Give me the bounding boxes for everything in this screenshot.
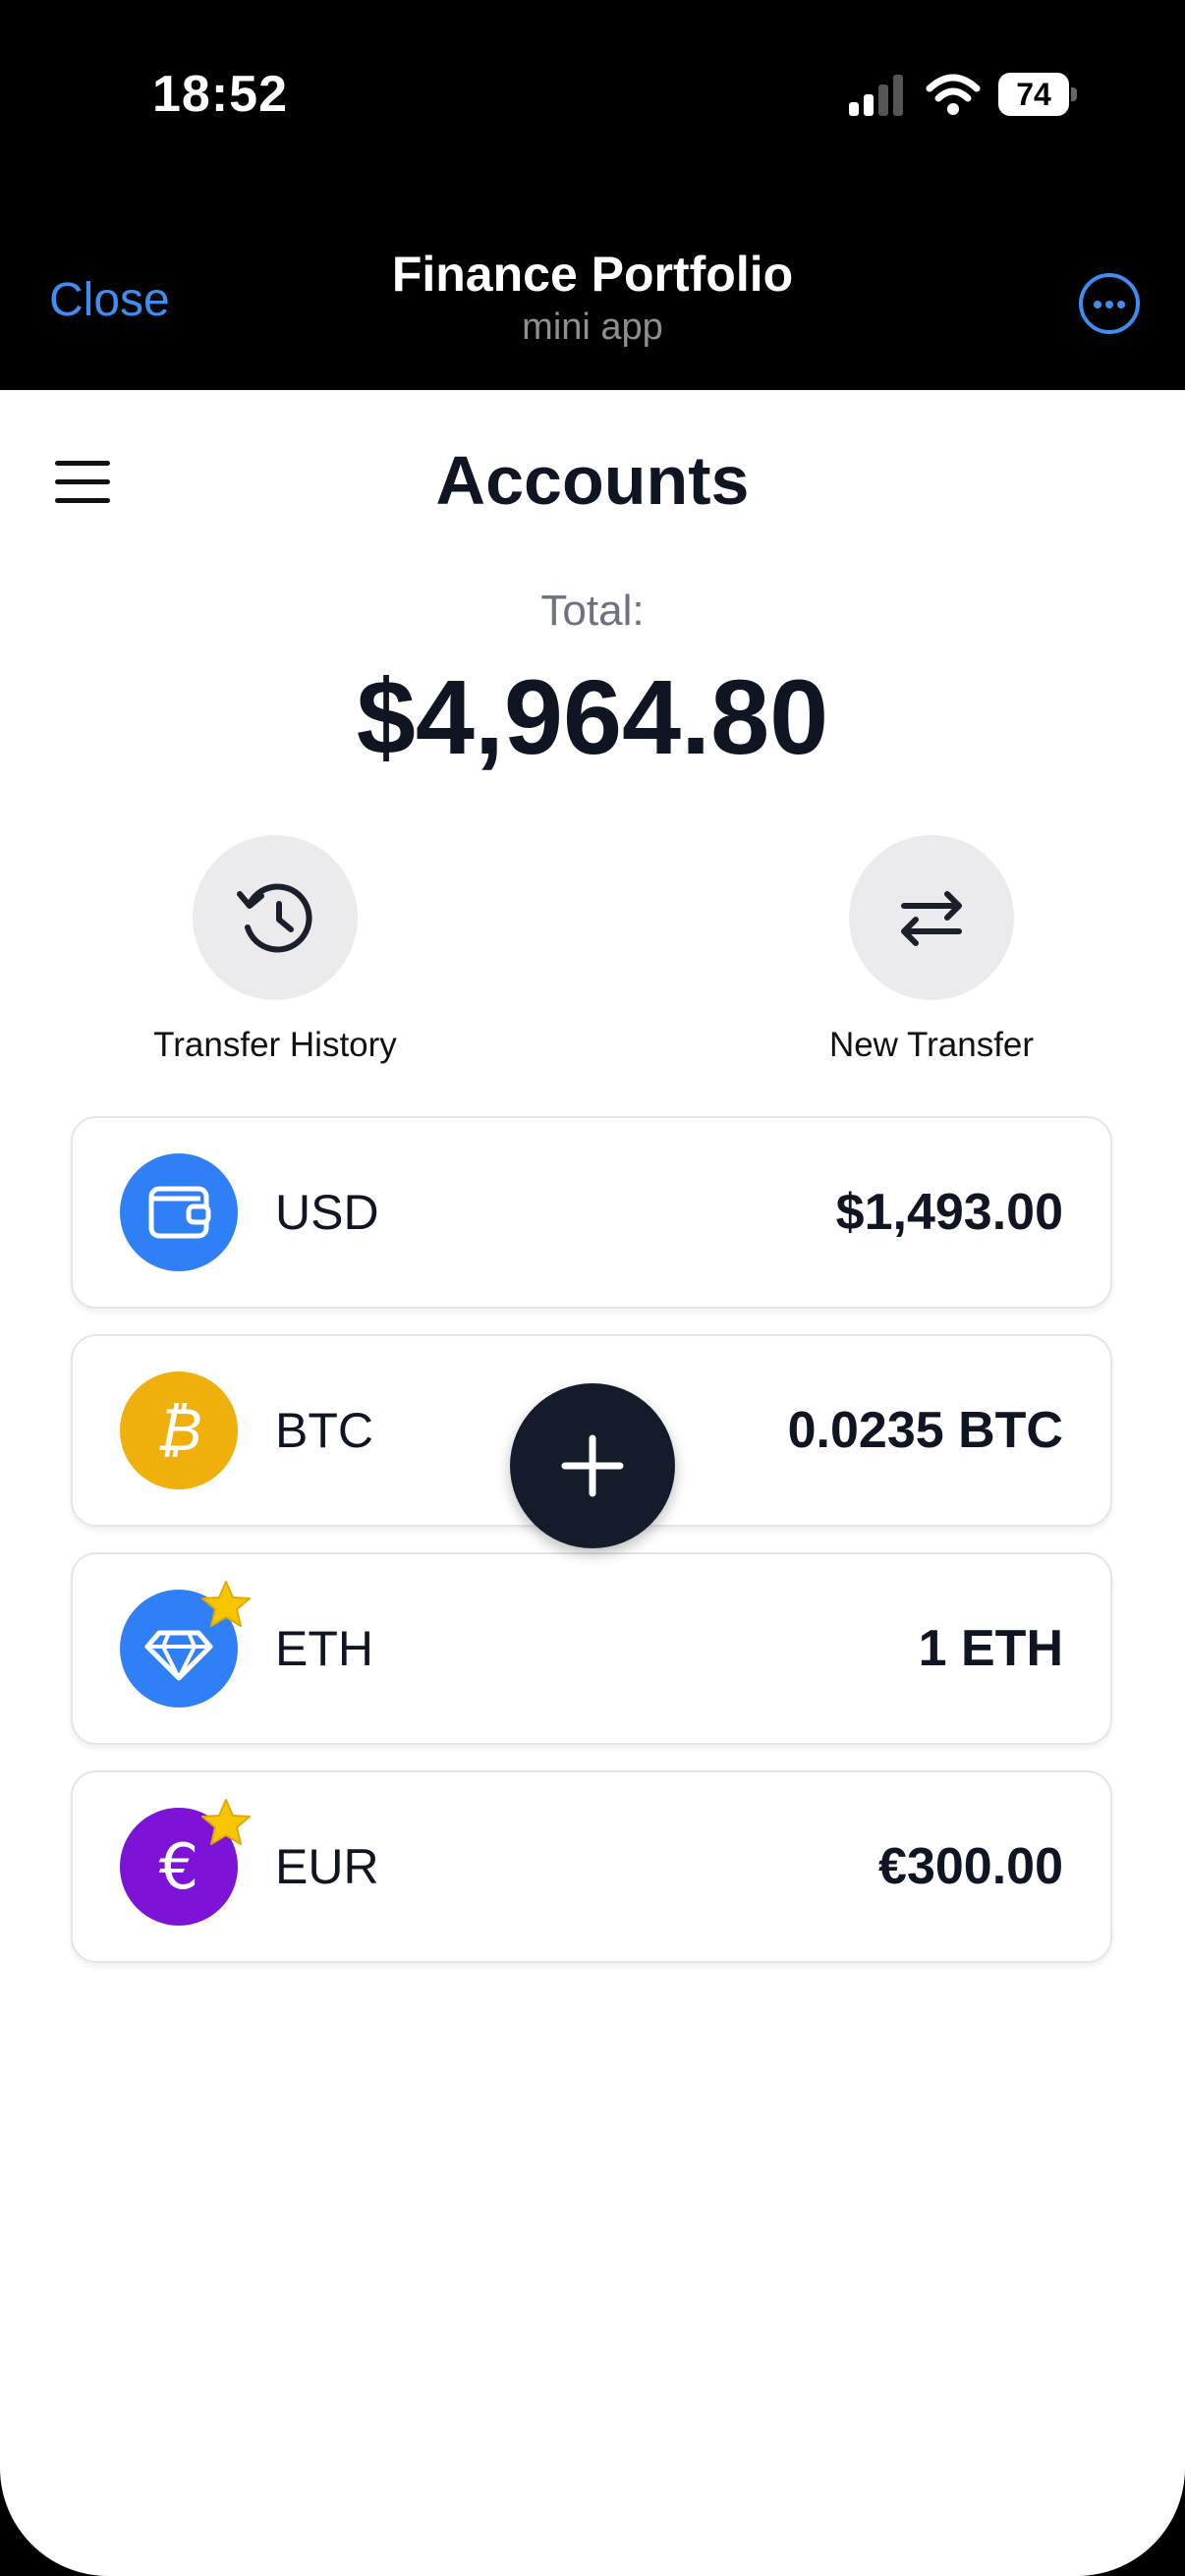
history-icon: [237, 883, 312, 953]
plus-icon: [561, 1434, 624, 1497]
app-content: Accounts Total: $4,964.80 Transfer Histo…: [0, 390, 1185, 2576]
status-time: 18:52: [152, 66, 288, 123]
add-account-button[interactable]: [510, 1383, 675, 1548]
account-card-usd[interactable]: USD $1,493.00: [71, 1116, 1112, 1309]
account-amount: 1 ETH: [918, 1620, 1063, 1677]
more-options-button[interactable]: [1079, 273, 1140, 334]
transfer-history-label: Transfer History: [153, 1026, 397, 1064]
favorite-star-icon: [201, 1799, 251, 1845]
account-currency: ETH: [275, 1621, 373, 1676]
account-card-eur[interactable]: € EUR €300.00: [71, 1770, 1112, 1963]
total-balance: $4,964.80: [356, 657, 829, 776]
wifi-icon: [926, 74, 981, 115]
battery-level: 74: [1016, 77, 1051, 112]
account-card-eth[interactable]: ETH 1 ETH: [71, 1552, 1112, 1745]
swap-arrows-icon: [901, 891, 962, 946]
app-title: Finance Portfolio: [391, 247, 794, 302]
account-currency: USD: [275, 1185, 379, 1240]
svg-text:€: €: [159, 1831, 199, 1904]
new-transfer-button[interactable]: [849, 835, 1014, 1000]
wallet-icon: [120, 1153, 238, 1271]
account-amount: $1,493.00: [835, 1184, 1063, 1241]
new-transfer-label: New Transfer: [828, 1026, 1035, 1064]
total-label: Total:: [540, 587, 645, 635]
new-transfer-action[interactable]: New Transfer: [784, 835, 1079, 1065]
account-amount: €300.00: [878, 1838, 1063, 1895]
account-currency: BTC: [275, 1403, 373, 1458]
status-bar: 18:52 74: [0, 0, 1185, 196]
account-currency: EUR: [275, 1839, 379, 1894]
favorite-star-icon: [201, 1581, 251, 1627]
app-subtitle: mini app: [522, 307, 663, 348]
mini-app-header: Close Finance Portfolio mini app: [0, 196, 1185, 390]
account-amount: 0.0235 BTC: [787, 1402, 1063, 1459]
transfer-history-action[interactable]: Transfer History: [128, 835, 423, 1065]
cellular-signal-icon: [849, 75, 903, 116]
svg-text:₿: ₿: [155, 1396, 201, 1465]
battery-indicator: 74: [998, 73, 1079, 116]
transfer-history-button[interactable]: [193, 835, 358, 1000]
page-title: Accounts: [435, 442, 750, 519]
bitcoin-icon: ₿: [120, 1372, 238, 1489]
